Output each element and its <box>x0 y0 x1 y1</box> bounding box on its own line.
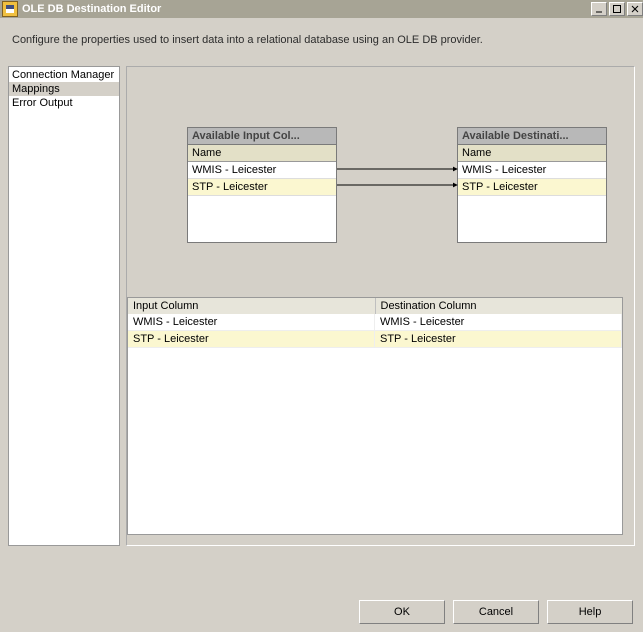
source-box-row[interactable]: STP - Leicester <box>188 179 336 196</box>
content-panel: Available Input Col... Name WMIS - Leice… <box>126 66 635 546</box>
ok-button[interactable]: OK <box>359 600 445 624</box>
app-icon <box>2 1 18 17</box>
grid-cell[interactable]: STP - Leicester <box>128 331 375 348</box>
minimize-button[interactable] <box>591 2 607 16</box>
source-box-row[interactable]: WMIS - Leicester <box>188 162 336 179</box>
target-box-row[interactable]: STP - Leicester <box>458 179 606 196</box>
grid-cell[interactable]: WMIS - Leicester <box>375 314 622 331</box>
help-button[interactable]: Help <box>547 600 633 624</box>
mapping-canvas: Available Input Col... Name WMIS - Leice… <box>127 67 634 297</box>
nav-item-connection-manager[interactable]: Connection Manager <box>9 68 119 82</box>
source-box-header: Name <box>188 145 336 162</box>
nav-item-error-output[interactable]: Error Output <box>9 96 119 110</box>
mapping-grid: Input Column Destination Column WMIS - L… <box>127 297 623 535</box>
section-nav: Connection Manager Mappings Error Output <box>8 66 120 546</box>
table-row: STP - Leicester STP - Leicester <box>128 331 622 348</box>
grid-cell[interactable]: WMIS - Leicester <box>128 314 375 331</box>
available-input-columns-box[interactable]: Available Input Col... Name WMIS - Leice… <box>187 127 337 243</box>
grid-cell[interactable]: STP - Leicester <box>375 331 622 348</box>
target-box-header: Name <box>458 145 606 162</box>
table-row: WMIS - Leicester WMIS - Leicester <box>128 314 622 331</box>
window-titlebar: OLE DB Destination Editor <box>0 0 643 18</box>
window-title: OLE DB Destination Editor <box>22 3 589 15</box>
available-destination-columns-box[interactable]: Available Destinati... Name WMIS - Leice… <box>457 127 607 243</box>
maximize-button[interactable] <box>609 2 625 16</box>
target-box-title: Available Destinati... <box>458 128 606 145</box>
source-box-title: Available Input Col... <box>188 128 336 145</box>
grid-column-header[interactable]: Destination Column <box>376 298 623 314</box>
target-box-row[interactable]: WMIS - Leicester <box>458 162 606 179</box>
cancel-button[interactable]: Cancel <box>453 600 539 624</box>
description-text: Configure the properties used to insert … <box>0 18 643 66</box>
grid-column-header[interactable]: Input Column <box>128 298 376 314</box>
nav-item-mappings[interactable]: Mappings <box>9 82 119 96</box>
close-button[interactable] <box>627 2 643 16</box>
